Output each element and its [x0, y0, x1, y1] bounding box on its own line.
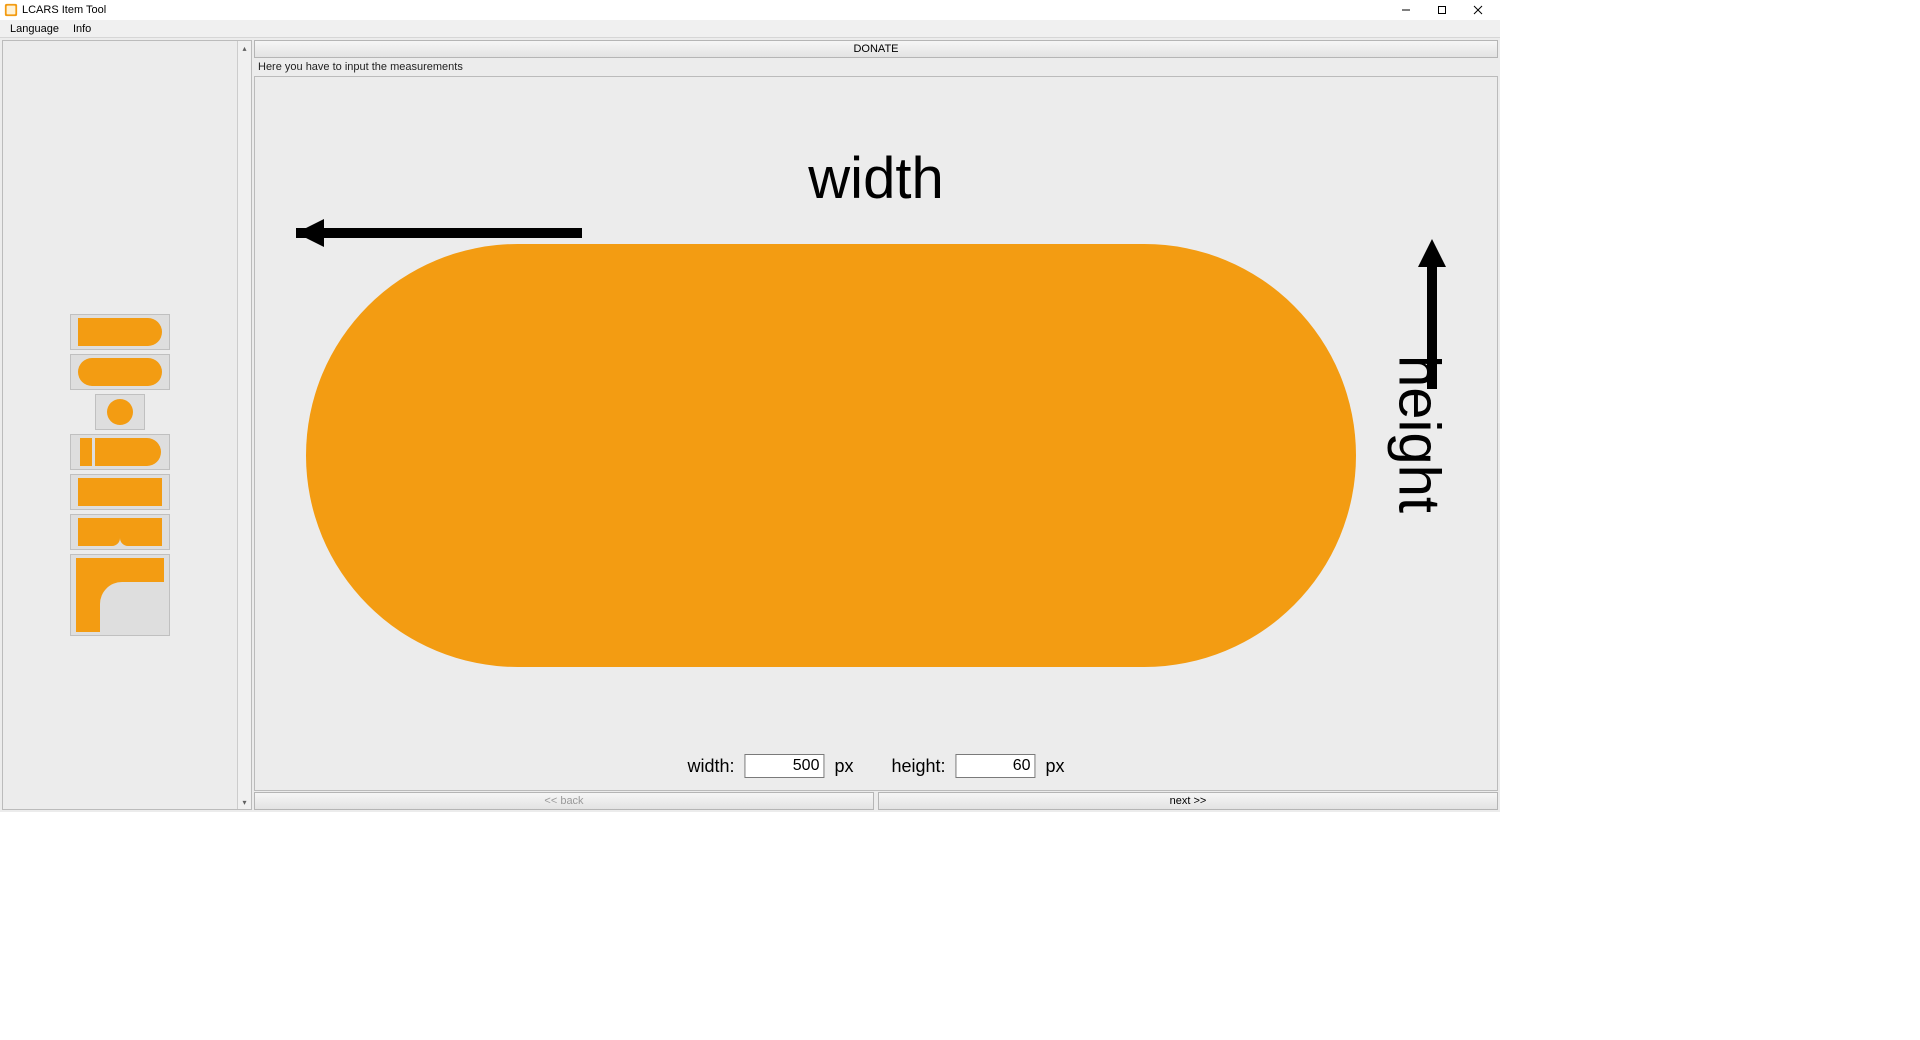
width-input[interactable]	[744, 754, 824, 778]
shape-split-half-pill[interactable]	[70, 434, 170, 470]
titlebar: LCARS Item Tool	[0, 0, 1500, 20]
shape-rectangle[interactable]	[70, 474, 170, 510]
shape-sidebar: ▴ ▾	[2, 40, 252, 810]
scroll-down-icon[interactable]: ▾	[238, 795, 251, 809]
menu-info[interactable]: Info	[67, 22, 97, 36]
height-input[interactable]	[956, 754, 1036, 778]
next-button[interactable]: next >>	[878, 792, 1498, 810]
height-input-label: height:	[891, 756, 945, 777]
width-arrow-icon	[296, 219, 596, 247]
back-button: << back	[254, 792, 874, 810]
canvas-frame: width height width: px h	[254, 76, 1498, 791]
menu-language[interactable]: Language	[4, 22, 65, 36]
height-unit: px	[1046, 756, 1065, 777]
width-dimension-label: width	[808, 145, 943, 212]
height-arrow-icon	[1418, 239, 1446, 389]
maximize-button[interactable]	[1424, 0, 1460, 20]
close-button[interactable]	[1460, 0, 1496, 20]
shape-elbow[interactable]	[70, 554, 170, 636]
donate-button[interactable]: DONATE	[254, 40, 1498, 58]
window-title: LCARS Item Tool	[22, 4, 106, 16]
instruction-text: Here you have to input the measurements	[254, 59, 1498, 75]
shape-preview	[306, 244, 1356, 667]
scroll-up-icon[interactable]: ▴	[238, 41, 251, 55]
shape-notch-rect[interactable]	[70, 514, 170, 550]
width-unit: px	[834, 756, 853, 777]
sidebar-scrollbar[interactable]: ▴ ▾	[237, 41, 251, 809]
width-input-label: width:	[687, 756, 734, 777]
shape-full-pill[interactable]	[70, 354, 170, 390]
minimize-button[interactable]	[1388, 0, 1424, 20]
menubar: Language Info	[0, 20, 1500, 38]
measurements-form: width: px height: px	[687, 754, 1064, 778]
shape-half-pill[interactable]	[70, 314, 170, 350]
shape-circle[interactable]	[95, 394, 145, 430]
app-icon	[4, 3, 18, 17]
